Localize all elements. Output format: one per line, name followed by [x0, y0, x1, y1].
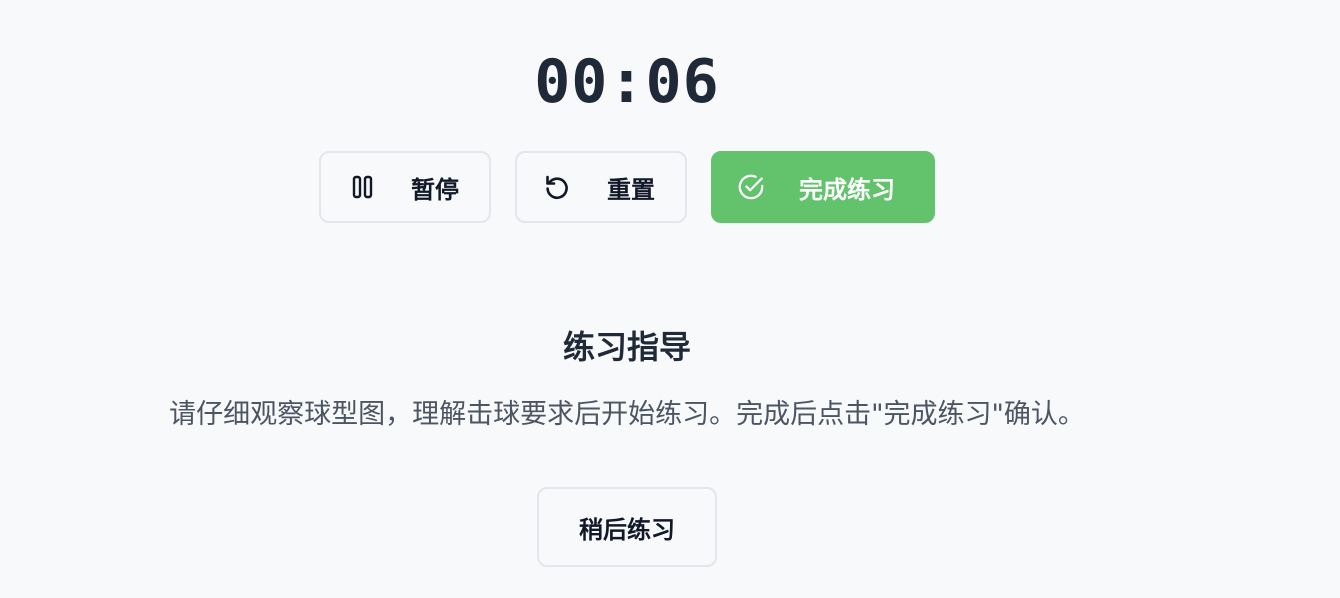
practice-page: 00:06 暂停 重置 完成练习 练习指导 请仔细观察球型图，理解击球要求后开始…	[0, 0, 1340, 598]
reset-button-label: 重置	[607, 175, 655, 204]
pause-button[interactable]: 暂停	[319, 151, 491, 223]
reset-button[interactable]: 重置	[515, 151, 687, 223]
pause-button-label: 暂停	[411, 175, 459, 204]
timer-display: 00:06	[534, 47, 720, 117]
complete-practice-button[interactable]: 完成练习	[711, 151, 935, 223]
check-circle-icon	[737, 173, 765, 201]
complete-button-label: 完成练习	[799, 175, 895, 204]
pause-icon	[349, 173, 377, 201]
reset-icon	[543, 173, 571, 201]
guide-title: 练习指导	[562, 328, 691, 366]
practice-later-button[interactable]: 稍后练习	[537, 487, 717, 567]
guide-text: 请仔细观察球型图，理解击球要求后开始练习。完成后点击"完成练习"确认。	[169, 399, 1085, 430]
